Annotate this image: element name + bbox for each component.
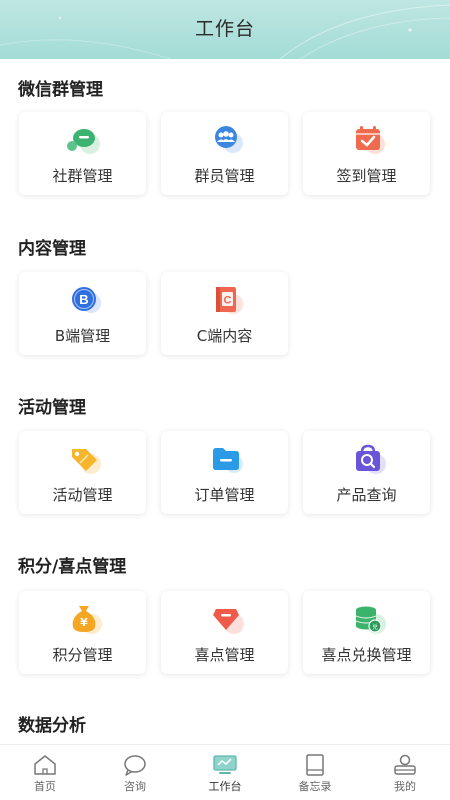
- memo-icon: [306, 754, 324, 776]
- card-c-content[interactable]: C C端内容: [161, 272, 288, 355]
- card-community-management[interactable]: 社群管理: [19, 112, 146, 195]
- card-xidian-exchange[interactable]: 兑 喜点兑换管理: [303, 591, 430, 674]
- svg-text:¥: ¥: [80, 616, 88, 629]
- tab-label: 首页: [34, 780, 56, 793]
- bottom-tab-bar: 首页 咨询 工作台 备忘录 我的: [0, 744, 450, 800]
- tab-consult[interactable]: 咨询: [90, 745, 180, 800]
- section-title-data-analysis: 数据分析: [18, 716, 86, 736]
- card-product-query[interactable]: 产品查询: [303, 431, 430, 514]
- card-activity-management[interactable]: 活动管理: [19, 431, 146, 514]
- home-icon: [34, 755, 56, 775]
- svg-text:兑: 兑: [372, 623, 378, 631]
- card-label: 群员管理: [194, 167, 255, 185]
- database-exchange-icon: 兑: [355, 606, 386, 634]
- tab-label: 咨询: [124, 780, 146, 793]
- card-checkin-management[interactable]: 签到管理: [303, 112, 430, 195]
- card-label: 活动管理: [52, 486, 113, 504]
- card-label: 喜点兑换管理: [321, 646, 412, 664]
- money-bag-icon: ¥: [72, 606, 102, 634]
- svg-text:C: C: [224, 295, 232, 307]
- tab-memo[interactable]: 备忘录: [270, 745, 360, 800]
- card-label: 产品查询: [336, 486, 397, 504]
- card-b-management[interactable]: B B端管理: [19, 272, 146, 355]
- card-label: 签到管理: [336, 167, 397, 185]
- tab-workbench[interactable]: 工作台: [180, 745, 270, 800]
- section-title-activity: 活动管理: [18, 398, 86, 418]
- workbench-icon: [213, 755, 237, 774]
- calendar-check-icon: [356, 126, 385, 154]
- card-label: 社群管理: [52, 167, 113, 185]
- card-member-management[interactable]: 群员管理: [161, 112, 288, 195]
- folder-icon: [213, 448, 243, 473]
- svg-text:B: B: [79, 292, 88, 307]
- card-label: B端管理: [54, 327, 111, 345]
- section-title-wechat-group: 微信群管理: [18, 80, 103, 100]
- top-header: 工作台: [0, 0, 450, 59]
- tab-label: 工作台: [208, 780, 242, 793]
- card-label: 喜点管理: [194, 646, 255, 664]
- chat-bubbles-icon: [67, 129, 100, 154]
- card-label: 订单管理: [194, 486, 255, 504]
- tag-icon: [72, 449, 101, 474]
- gem-icon: [213, 609, 244, 634]
- b-badge-icon: B: [72, 287, 101, 313]
- bag-search-icon: [356, 444, 386, 474]
- tab-home[interactable]: 首页: [0, 745, 90, 800]
- tab-label: 备忘录: [298, 780, 332, 793]
- page-title: 工作台: [194, 18, 255, 40]
- tab-label: 我的: [394, 780, 416, 793]
- profile-icon: [394, 754, 416, 775]
- card-order-management[interactable]: 订单管理: [161, 431, 288, 514]
- tab-profile[interactable]: 我的: [360, 745, 450, 800]
- card-points-management[interactable]: ¥ 积分管理: [19, 591, 146, 674]
- card-label: C端内容: [196, 327, 253, 345]
- workbench-content: 微信群管理 社群管理 群员管理 签到管理 内容管理 B B端管理 C C端内容 …: [0, 59, 450, 744]
- card-xidian-management[interactable]: 喜点管理: [161, 591, 288, 674]
- section-title-content: 内容管理: [18, 239, 86, 259]
- section-title-points: 积分/喜点管理: [18, 557, 127, 577]
- chat-icon: [124, 755, 146, 776]
- card-label: 积分管理: [52, 646, 113, 664]
- group-members-icon: [215, 126, 243, 153]
- c-book-icon: C: [216, 287, 243, 314]
